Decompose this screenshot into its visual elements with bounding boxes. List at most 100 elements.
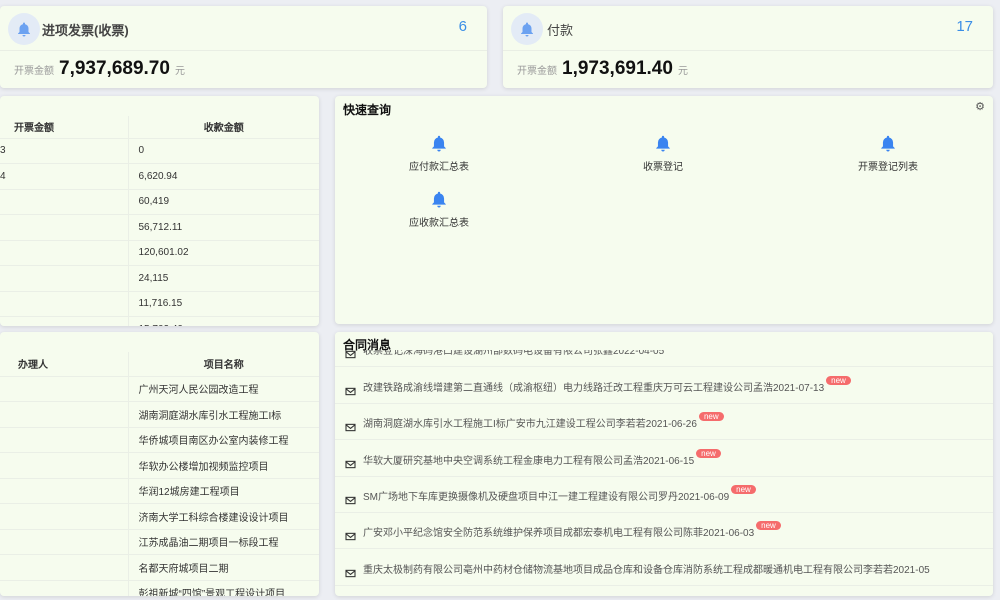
bell-icon	[430, 190, 448, 208]
message-item[interactable]: 湖南洞庭湖水库引水工程施工I标广安市九江建设工程公司李若若2021-06-26n…	[335, 403, 993, 440]
handler-cell	[0, 427, 128, 453]
table-row[interactable]: 彭祖新城“四馆”景观工程设计项目	[0, 580, 319, 596]
project-table-card: 办理人项目名称 广州天河人民公园改造工程湖南洞庭湖水库引水工程施工I标华侨城项目…	[0, 332, 319, 596]
project-name-cell: 济南大学工科综合楼建设设计项目	[128, 504, 319, 530]
project-name-cell: 彭祖新城“四馆”景观工程设计项目	[128, 580, 319, 596]
mail-icon	[345, 532, 356, 541]
gear-icon[interactable]: ⚙	[975, 100, 985, 113]
quick-item-label: 应收款汇总表	[409, 218, 469, 229]
table-row[interactable]: 46,620.94	[0, 164, 319, 190]
table-row[interactable]: 11,716.15	[0, 291, 319, 317]
message-text: 改建铁路成渝线增建第二直通线（成渝枢纽）电力线路迁改工程重庆万可云工程建设公司孟…	[363, 383, 824, 394]
bell-icon	[430, 134, 448, 152]
column-header: 项目名称	[128, 352, 319, 376]
invoice-amount-cell	[0, 189, 128, 215]
received-amount-cell: 24,115	[128, 266, 319, 292]
handler-cell	[0, 376, 128, 402]
table-row[interactable]: 华软办公楼增加视频监控项目	[0, 453, 319, 479]
quick-item-receivable-summary[interactable]: 应收款汇总表	[359, 190, 519, 229]
invoice-table: 开票金额收款金额 3046,620.9460,41956,712.11120,6…	[0, 116, 319, 326]
quick-query-card: 快速查询 ⚙ 应付款汇总表 收票登记 开票登记列表 应收款汇总表	[335, 96, 993, 324]
received-amount-cell: 56,712.11	[128, 215, 319, 241]
quick-query-title: 快速查询	[343, 101, 391, 118]
new-badge: new	[731, 485, 756, 494]
message-item[interactable]: 广安邓小平纪念馆安全防范系统维护保养项目成都宏泰机电工程有限公司陈菲2021-0…	[335, 512, 993, 549]
invoice-amount-cell	[0, 317, 128, 327]
quick-item-label: 应付款汇总表	[409, 162, 469, 173]
message-text: 重庆太极制药有限公司亳州中药材仓储物流基地项目成品仓库和设备仓库消防系统工程成都…	[363, 565, 930, 576]
received-amount-cell: 15,702.40	[128, 317, 319, 327]
invoice-amount-cell	[0, 240, 128, 266]
message-item[interactable]: 改建铁路成渝线增建第二直通线（成渝枢纽）电力线路迁改工程重庆万可云工程建设公司孟…	[335, 367, 993, 404]
table-row[interactable]: 广州天河人民公园改造工程	[0, 376, 319, 402]
message-text: 湖南洞庭湖水库引水工程施工I标广安市九江建设工程公司李若若2021-06-26	[363, 419, 697, 430]
stat-count[interactable]: 17	[956, 18, 973, 35]
quick-item-invoice-list[interactable]: 开票登记列表	[808, 134, 968, 173]
handler-cell	[0, 453, 128, 479]
table-row[interactable]: 56,712.11	[0, 215, 319, 241]
stat-card-input-invoice: 进项发票(收票) 6 开票金额 7,937,689.70 元	[0, 6, 487, 88]
contract-messages-card: 收票登记深海码港口建设湖州部数码电设备有限公司张鑫2022-04-05改建铁路成…	[335, 332, 993, 596]
stat-title: 付款	[547, 20, 573, 39]
bell-icon	[8, 13, 40, 45]
new-badge: new	[696, 449, 721, 458]
bell-icon	[879, 134, 897, 152]
new-badge: new	[756, 521, 781, 530]
message-text: 广安邓小平纪念馆安全防范系统维护保养项目成都宏泰机电工程有限公司陈菲2021-0…	[363, 528, 754, 539]
message-item[interactable]: 华软大厦研究基地中央空调系统工程金康电力工程有限公司孟浩2021-06-15ne…	[335, 440, 993, 477]
column-header: 收款金额	[128, 116, 319, 138]
handler-cell	[0, 580, 128, 596]
received-amount-cell: 11,716.15	[128, 291, 319, 317]
amount-value: 7,937,689.70	[59, 58, 170, 80]
invoice-amount-cell	[0, 215, 128, 241]
invoice-amount-cell: 3	[0, 138, 128, 164]
table-row[interactable]: 济南大学工科综合楼建设设计项目	[0, 504, 319, 530]
new-badge: new	[826, 376, 851, 385]
amount-unit: 元	[175, 62, 185, 77]
amount-label: 开票金额	[517, 62, 557, 77]
mail-icon	[345, 423, 356, 432]
project-name-cell: 名都天府城项目二期	[128, 555, 319, 581]
table-row[interactable]: 华侨城项目南区办公室内装修工程	[0, 427, 319, 453]
invoice-amount-cell: 4	[0, 164, 128, 190]
table-row[interactable]: 120,601.02	[0, 240, 319, 266]
project-name-cell: 华侨城项目南区办公室内装修工程	[128, 427, 319, 453]
messages-title: 合同消息	[343, 336, 391, 353]
quick-item-payable-summary[interactable]: 应付款汇总表	[359, 134, 519, 173]
quick-item-receipt-register[interactable]: 收票登记	[583, 134, 743, 173]
stat-count[interactable]: 6	[459, 18, 467, 35]
invoice-amount-cell	[0, 266, 128, 292]
message-item[interactable]: 重庆太极制药有限公司亳州中药材仓储物流基地项目成品仓库和设备仓库消防系统工程成都…	[335, 549, 993, 586]
handler-cell	[0, 478, 128, 504]
project-name-cell: 湖南洞庭湖水库引水工程施工I标	[128, 402, 319, 428]
project-name-cell: 华软办公楼增加视频监控项目	[128, 453, 319, 479]
table-row[interactable]: 名都天府城项目二期	[0, 555, 319, 581]
invoice-table-card: 开票金额收款金额 3046,620.9460,41956,712.11120,6…	[0, 96, 319, 326]
table-row[interactable]: 24,115	[0, 266, 319, 292]
mail-icon	[345, 496, 356, 505]
project-name-cell: 广州天河人民公园改造工程	[128, 376, 319, 402]
column-header: 办理人	[0, 352, 128, 376]
amount-label: 开票金额	[14, 62, 54, 77]
handler-cell	[0, 504, 128, 530]
table-row[interactable]: 华润12城房建工程项目	[0, 478, 319, 504]
mail-icon	[345, 460, 356, 469]
stat-card-payment: 付款 17 开票金额1,973,691.40元	[503, 6, 993, 88]
quick-item-label: 收票登记	[643, 162, 683, 173]
invoice-amount-cell	[0, 291, 128, 317]
bell-icon	[511, 13, 543, 45]
table-row[interactable]: 15,702.40	[0, 317, 319, 327]
handler-cell	[0, 529, 128, 555]
project-name-cell: 江苏成晶油二期项目一标段工程	[128, 529, 319, 555]
table-row[interactable]: 湖南洞庭湖水库引水工程施工I标	[0, 402, 319, 428]
message-item[interactable]: SM广场地下车库更换摄像机及硬盘项目中江一建工程建设有限公司罗丹2021-06-…	[335, 476, 993, 513]
column-header: 开票金额	[0, 116, 128, 138]
table-row[interactable]: 60,419	[0, 189, 319, 215]
received-amount-cell: 60,419	[128, 189, 319, 215]
stat-title: 进项发票(收票)	[42, 20, 129, 39]
handler-cell	[0, 402, 128, 428]
project-table: 办理人项目名称 广州天河人民公园改造工程湖南洞庭湖水库引水工程施工I标华侨城项目…	[0, 352, 319, 596]
table-row[interactable]: 30	[0, 138, 319, 164]
table-row[interactable]: 江苏成晶油二期项目一标段工程	[0, 529, 319, 555]
project-name-cell: 华润12城房建工程项目	[128, 478, 319, 504]
